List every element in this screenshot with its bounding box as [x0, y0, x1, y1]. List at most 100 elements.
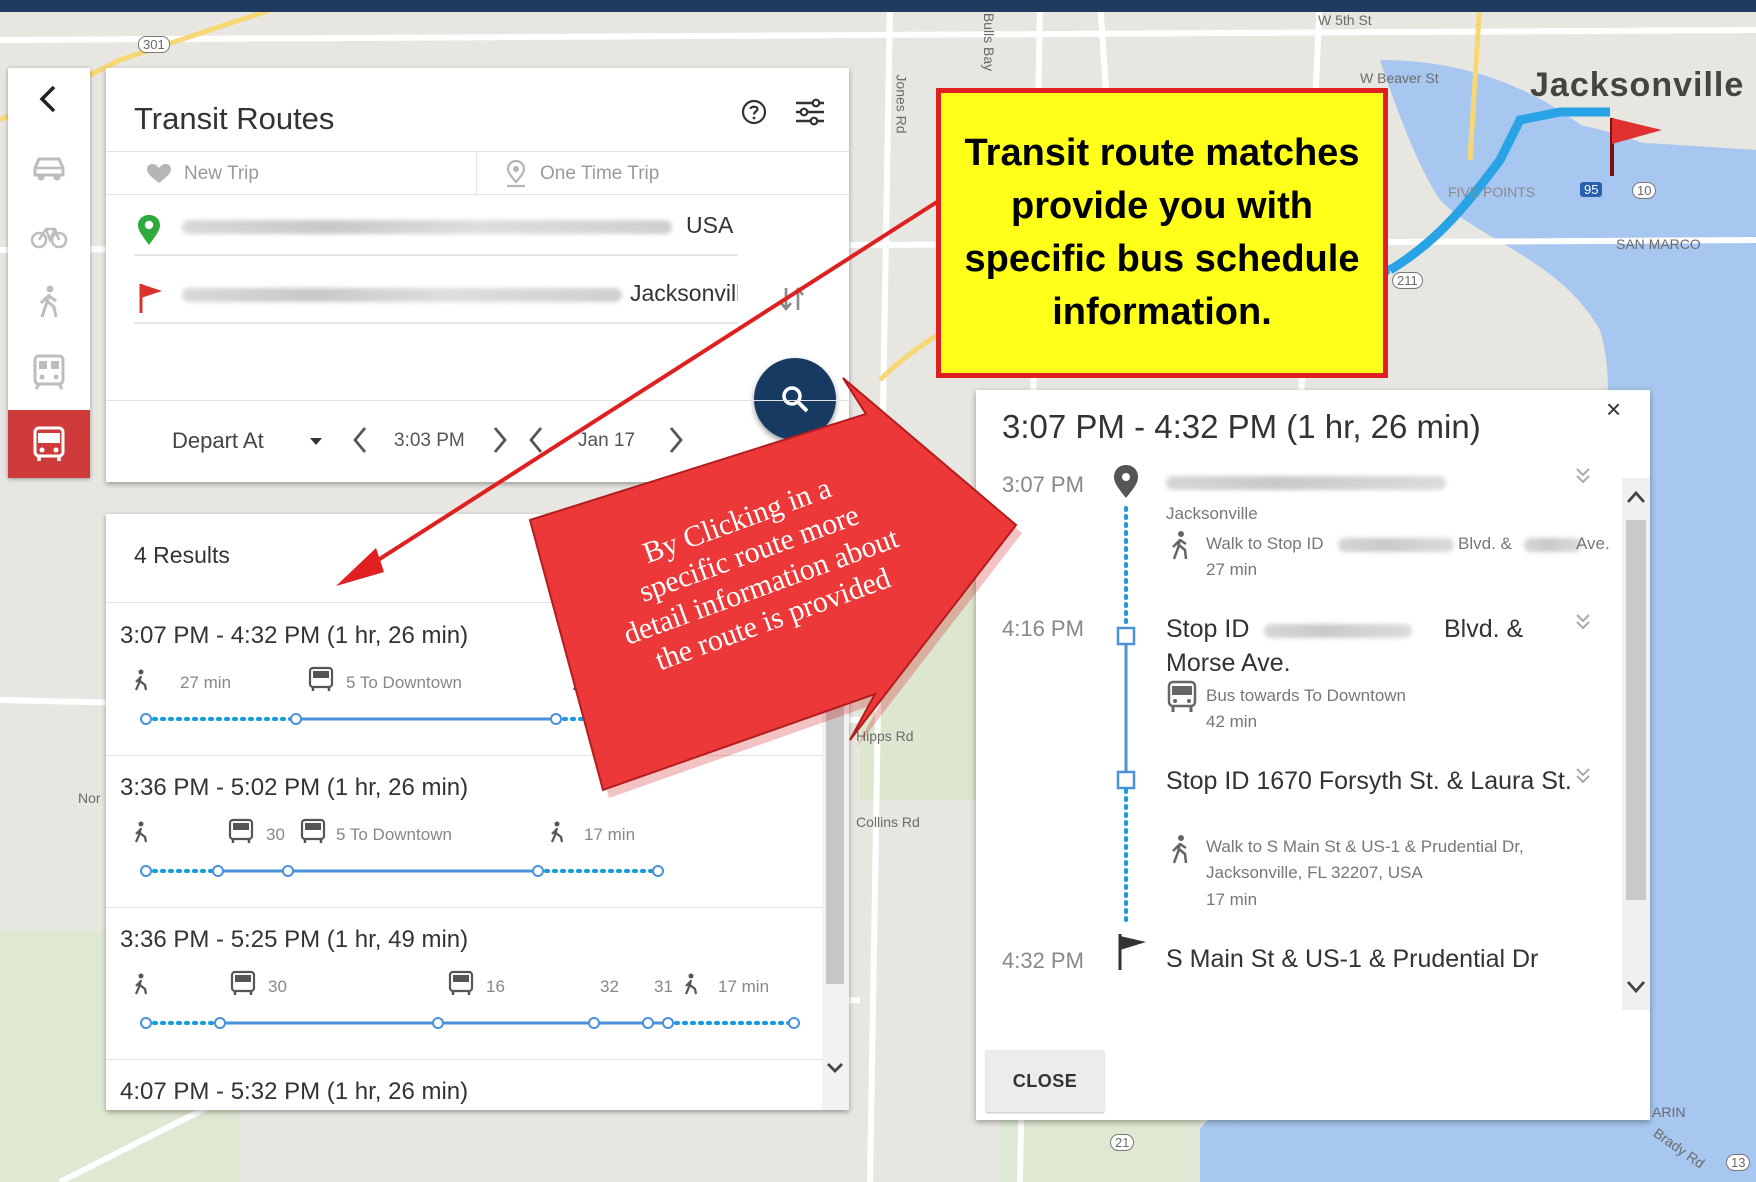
- map-road-label: W Beaver St: [1360, 70, 1439, 86]
- mode-bicycle-button[interactable]: [8, 204, 90, 266]
- back-button[interactable]: [8, 68, 90, 130]
- depart-time[interactable]: 3:03 PM: [394, 430, 465, 452]
- leg-label: 32: [600, 977, 619, 996]
- origin-address-suffix: USA: [686, 212, 734, 238]
- detail-timeline: [1114, 465, 1146, 970]
- chevron-up-icon[interactable]: [1626, 490, 1646, 504]
- train-icon: [33, 354, 65, 390]
- chevron-up-icon[interactable]: [826, 634, 844, 646]
- mode-train-button[interactable]: [8, 340, 90, 402]
- results-scroll-thumb[interactable]: [826, 644, 844, 984]
- route-leg-strip: 30 5 To Downtown 17 min: [134, 818, 664, 877]
- route-detail-panel: 3:07 PM - 4:32 PM (1 hr, 26 min) × 3:07 …: [976, 390, 1650, 1120]
- caret-down-icon[interactable]: [310, 438, 322, 445]
- route-option[interactable]: 3:36 PM - 5:25 PM (1 hr, 49 min) 30 16 3…: [106, 908, 822, 1060]
- step-title: Morse Ave.: [1166, 649, 1291, 677]
- bus-icon: [300, 818, 326, 843]
- bus-icon: [228, 818, 254, 843]
- chevron-down-icon[interactable]: [826, 1062, 844, 1074]
- detail-scroll-thumb[interactable]: [1626, 520, 1646, 900]
- chevron-left-icon: [39, 85, 56, 113]
- step-title: Stop ID 1670 Forsyth St. & Laura St.: [1166, 767, 1572, 795]
- step-time: 3:07 PM: [1002, 472, 1084, 497]
- walk-icon: [1172, 531, 1188, 560]
- route-option[interactable]: 4:07 PM - 5:32 PM (1 hr, 26 min): [106, 1060, 822, 1110]
- chevron-left-icon[interactable]: [526, 424, 546, 456]
- route-node: [282, 865, 294, 877]
- walk-icon: [134, 973, 148, 995]
- step-address-redacted: [1524, 538, 1582, 552]
- walk-icon: [572, 669, 586, 691]
- route-node: [650, 713, 662, 725]
- route-node: [532, 865, 544, 877]
- search-button[interactable]: [754, 358, 836, 440]
- map-road-label: Nor: [78, 790, 101, 806]
- chevron-double-down-icon[interactable]: [1574, 466, 1592, 486]
- destination-flag-icon: [139, 284, 162, 313]
- leg-label: 31: [654, 977, 673, 996]
- route-node: [214, 1017, 226, 1029]
- chevron-left-icon[interactable]: [350, 424, 370, 456]
- stop-node: [1116, 770, 1136, 790]
- leg-label: 5 To Downtown: [336, 825, 452, 844]
- settings-sliders-icon[interactable]: [794, 96, 826, 128]
- step-address-redacted: [1264, 624, 1412, 638]
- origin-field[interactable]: USA: [134, 200, 738, 256]
- help-icon[interactable]: [740, 98, 768, 126]
- bus-icon: [230, 970, 256, 995]
- tab-divider: [476, 152, 477, 196]
- tab-new-trip-label: New Trip: [184, 162, 259, 184]
- chevron-double-down-icon[interactable]: [1574, 766, 1592, 786]
- destination-address-redacted: [182, 288, 622, 302]
- chevron-down-icon[interactable]: [1626, 980, 1646, 994]
- route-node: [788, 1017, 800, 1029]
- map-road-label: Collins Rd: [856, 814, 920, 830]
- route-node: [290, 713, 302, 725]
- step-time: 4:32 PM: [1002, 948, 1084, 973]
- step-description: Blvd. &: [1458, 534, 1512, 553]
- route-option[interactable]: 3:36 PM - 5:02 PM (1 hr, 26 min) 30 5 To…: [106, 756, 822, 908]
- step-title: Stop ID: [1166, 615, 1250, 643]
- map-route-shield: 13: [1726, 1154, 1751, 1171]
- travel-mode-rail: [8, 68, 90, 478]
- bus-icon: [448, 970, 474, 995]
- mode-walk-button[interactable]: [8, 272, 90, 334]
- tab-one-time-trip[interactable]: One Time Trip: [504, 152, 659, 195]
- form-divider: [106, 400, 849, 401]
- map-route-shield: 95: [1580, 182, 1603, 197]
- route-node: [642, 1017, 654, 1029]
- close-button[interactable]: CLOSE: [986, 1050, 1104, 1112]
- mode-car-button[interactable]: [8, 138, 90, 200]
- car-icon: [33, 157, 65, 181]
- swap-locations-icon[interactable]: [778, 284, 806, 314]
- close-icon[interactable]: ×: [1606, 394, 1621, 425]
- destination-address-suffix: Jacksonvill: [630, 280, 738, 306]
- tab-new-trip[interactable]: New Trip: [146, 152, 259, 195]
- destination-field[interactable]: Jacksonvill: [134, 268, 738, 324]
- map-road-label: SAN MARCO: [1616, 236, 1701, 252]
- step-description: Walk to S Main St & US-1 & Prudential Dr…: [1206, 837, 1524, 882]
- chevron-right-icon[interactable]: [490, 424, 510, 456]
- chevron-right-icon[interactable]: [666, 424, 686, 456]
- step-duration: 27 min: [1206, 560, 1258, 579]
- bus-icon: [308, 666, 334, 691]
- depart-at-select[interactable]: Depart At: [172, 428, 264, 454]
- tab-one-time-trip-label: One Time Trip: [540, 162, 660, 184]
- route-node: [662, 1017, 674, 1029]
- leg-label: 16: [486, 977, 505, 996]
- origin-pin-icon: [138, 215, 160, 245]
- step-duration: 17 min: [1206, 890, 1258, 909]
- step-title: S Main St & US-1 & Prudential Dr: [1166, 945, 1539, 973]
- bus-icon: [1167, 680, 1197, 712]
- route-node: [140, 865, 152, 877]
- stop-node: [1116, 626, 1136, 646]
- leg-label: 5 To Downtown: [346, 673, 462, 692]
- bus-icon: [33, 426, 65, 461]
- mode-bus-button[interactable]: [8, 410, 90, 478]
- chevron-double-down-icon[interactable]: [1574, 612, 1592, 632]
- location-pin-icon: [1114, 465, 1138, 498]
- depart-date[interactable]: Jan 17: [578, 430, 635, 452]
- step-city: Jacksonville: [1166, 504, 1258, 523]
- map-road-label: ARIN: [1652, 1104, 1686, 1120]
- leg-label: 17 min: [718, 977, 769, 996]
